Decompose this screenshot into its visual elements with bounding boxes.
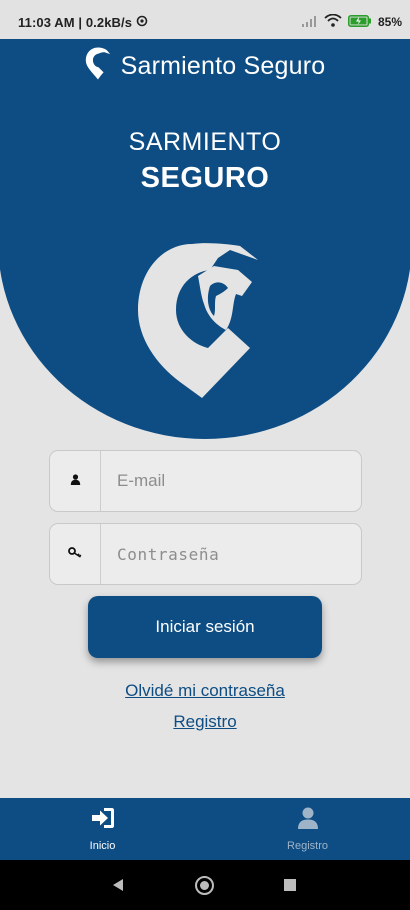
login-button[interactable]: Iniciar sesión xyxy=(88,596,322,658)
battery-icon xyxy=(347,14,372,30)
back-icon[interactable] xyxy=(112,878,124,897)
nav-item-registro[interactable]: Registro xyxy=(205,798,410,860)
user-icon xyxy=(70,472,81,490)
register-link[interactable]: Registro xyxy=(0,712,410,732)
nav-item-inicio[interactable]: Inicio xyxy=(0,798,205,860)
email-field-addon xyxy=(50,451,101,511)
system-nav-bar xyxy=(0,860,410,910)
status-time-text: 11:03 AM | 0.2kB/s xyxy=(18,15,133,30)
status-right: 85% xyxy=(301,13,402,30)
data-saver-icon xyxy=(136,15,148,30)
app-bar: Sarmiento Seguro xyxy=(0,39,410,93)
wifi-icon xyxy=(324,13,342,30)
app-logo-icon xyxy=(85,47,111,85)
login-icon xyxy=(91,807,115,834)
recent-apps-icon[interactable] xyxy=(284,879,296,891)
bottom-nav: Inicio Registro xyxy=(0,798,410,860)
user-icon xyxy=(297,807,318,834)
password-field xyxy=(49,523,362,585)
email-input[interactable] xyxy=(101,451,361,511)
horse-logo-icon xyxy=(134,240,264,405)
hero-banner: SARMIENTO SEGURO xyxy=(0,90,410,439)
app-title: Sarmiento Seguro xyxy=(120,51,326,80)
email-field xyxy=(49,450,362,512)
battery-level: 85% xyxy=(377,15,402,29)
signal-icon xyxy=(301,15,318,30)
nav-label-inicio: Inicio xyxy=(89,840,116,852)
nav-label-registro: Registro xyxy=(287,840,328,852)
password-input[interactable] xyxy=(101,524,361,584)
status-time-speed: 11:03 AM | 0.2kB/s xyxy=(18,15,148,30)
forgot-password-link[interactable]: Olvidé mi contraseña xyxy=(0,681,410,701)
key-icon xyxy=(68,545,82,563)
hero-title-line2: SEGURO xyxy=(140,162,270,194)
password-field-addon xyxy=(50,524,101,584)
hero-title-line1: SARMIENTO xyxy=(128,128,282,156)
status-bar: 11:03 AM | 0.2kB/s 85% xyxy=(0,0,410,39)
home-icon[interactable] xyxy=(195,876,214,895)
